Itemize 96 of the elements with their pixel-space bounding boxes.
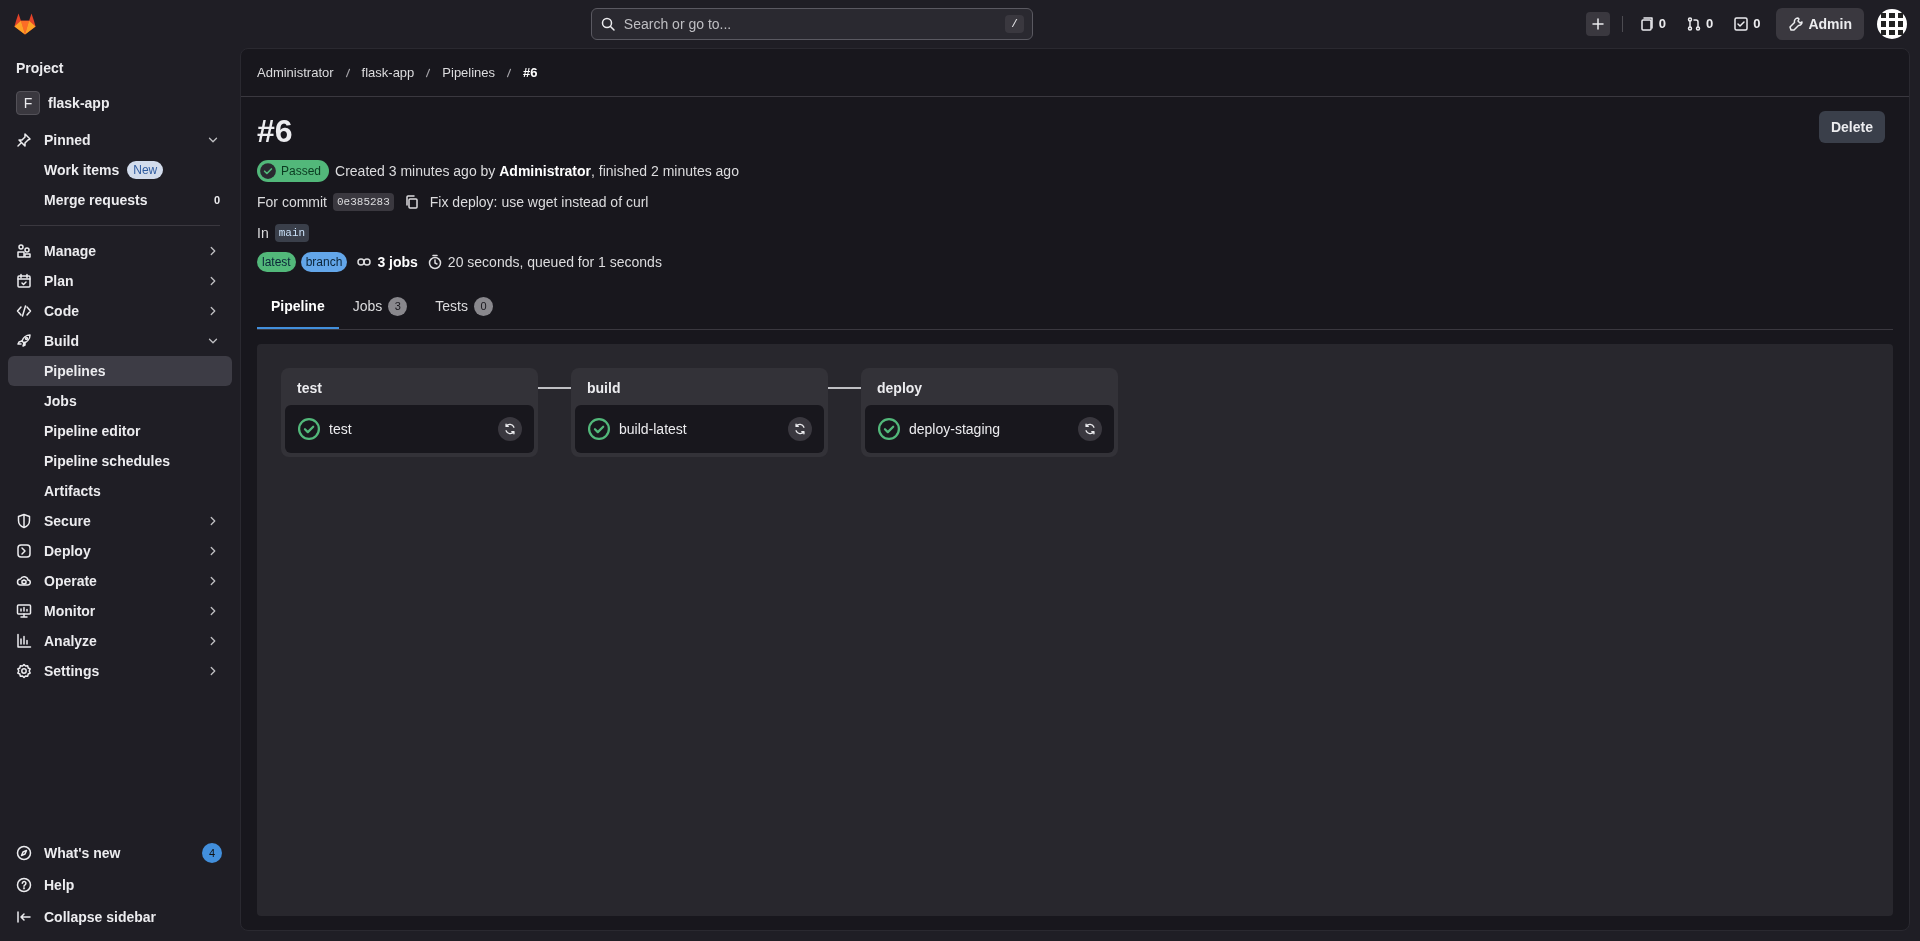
branch-name[interactable]: main bbox=[274, 223, 310, 243]
settings-icon bbox=[16, 663, 32, 679]
deploy-icon bbox=[16, 543, 32, 559]
breadcrumb-link[interactable]: #6 bbox=[523, 62, 538, 83]
search-field[interactable]: Search or go to... / bbox=[590, 8, 1033, 40]
avatar-icon bbox=[1876, 8, 1908, 40]
code-icon bbox=[16, 303, 32, 319]
delete-button[interactable]: Delete bbox=[1818, 111, 1885, 143]
nav-item[interactable]: Work items New bbox=[8, 155, 232, 185]
tag-badge: branch bbox=[300, 252, 348, 272]
nav-section[interactable]: Code bbox=[8, 296, 232, 326]
refresh-icon bbox=[793, 422, 807, 436]
merge-icon bbox=[1685, 16, 1702, 32]
refresh-icon bbox=[1083, 422, 1097, 436]
count-label: 0 bbox=[213, 192, 220, 208]
tab[interactable]: Tests 0 bbox=[421, 285, 507, 329]
monitor-icon bbox=[16, 603, 32, 619]
retry-button[interactable] bbox=[788, 417, 812, 441]
job-name: test bbox=[329, 419, 353, 439]
chart-icon bbox=[16, 633, 32, 649]
count-badge: 3 bbox=[388, 296, 408, 316]
nav-item[interactable]: Merge requests 0 bbox=[8, 185, 232, 215]
footer-link[interactable]: Help bbox=[8, 869, 232, 901]
job-name: deploy-staging bbox=[909, 419, 1002, 439]
project-item[interactable]: F flask-app bbox=[8, 87, 232, 119]
retry-button[interactable] bbox=[498, 417, 522, 441]
rocket-icon bbox=[16, 333, 32, 349]
nav-section[interactable]: Secure bbox=[8, 506, 232, 536]
job-name: build-latest bbox=[619, 419, 688, 439]
count-badge: 4 bbox=[202, 843, 222, 863]
footer-link[interactable]: Collapse sidebar bbox=[8, 901, 232, 933]
nav-section[interactable]: Plan bbox=[8, 266, 232, 296]
commit-message-link[interactable]: Fix deploy: use wget instead of curl bbox=[429, 191, 649, 213]
tag-badge: latest bbox=[257, 252, 296, 272]
counter-button[interactable]: 0 bbox=[1634, 14, 1670, 34]
search-icon bbox=[599, 16, 616, 32]
breadcrumb-link[interactable]: Administrator bbox=[257, 62, 334, 83]
sidebar-heading: Project bbox=[15, 59, 65, 78]
pin-icon bbox=[16, 132, 32, 148]
page-title: #6 bbox=[257, 112, 293, 151]
job-item[interactable]: build-latest bbox=[575, 405, 824, 453]
stage-title: test bbox=[296, 379, 323, 398]
shield-icon bbox=[16, 513, 32, 529]
stage-title: deploy bbox=[876, 379, 924, 398]
breadcrumb-link[interactable]: flask-app bbox=[361, 62, 415, 83]
check-icon bbox=[259, 162, 277, 180]
nav-item[interactable]: Pipeline schedules bbox=[8, 446, 232, 476]
nav-item[interactable]: Artifacts bbox=[8, 476, 232, 506]
users-icon bbox=[16, 243, 32, 259]
retry-button[interactable] bbox=[1078, 417, 1102, 441]
timer-icon bbox=[426, 254, 443, 270]
new-badge: New bbox=[127, 161, 164, 179]
shortcut-key: / bbox=[1005, 14, 1024, 34]
stage-title: build bbox=[586, 379, 622, 398]
status-badge: Passed bbox=[257, 160, 330, 182]
nav-section[interactable]: Deploy bbox=[8, 536, 232, 566]
help-icon bbox=[16, 877, 32, 893]
count-badge: 0 bbox=[473, 296, 493, 316]
project-name: flask-app bbox=[48, 93, 110, 113]
nav-section[interactable]: Settings bbox=[8, 656, 232, 686]
refresh-icon bbox=[503, 422, 517, 436]
todo-icon bbox=[1733, 16, 1750, 32]
nav-section[interactable]: Manage bbox=[8, 236, 232, 266]
nav-item[interactable]: Pipelines bbox=[8, 356, 232, 386]
cloud-icon bbox=[16, 573, 32, 589]
duration-text: 20 seconds, queued for 1 seconds bbox=[447, 252, 662, 272]
ref-label: In bbox=[257, 223, 269, 243]
issues-icon bbox=[1638, 16, 1655, 32]
job-item[interactable]: test bbox=[285, 405, 534, 453]
collapse-icon bbox=[16, 909, 32, 925]
counter-button[interactable]: 0 bbox=[1729, 14, 1765, 34]
calendar-icon bbox=[16, 273, 32, 289]
nav-section[interactable]: Pinned bbox=[8, 125, 232, 155]
copy-icon bbox=[403, 194, 420, 210]
commit-label: For commit bbox=[257, 192, 327, 212]
jobs-count: 3 jobs bbox=[377, 252, 418, 272]
nav-section[interactable]: Monitor bbox=[8, 596, 232, 626]
tab[interactable]: Pipeline bbox=[257, 285, 339, 329]
nav-section[interactable]: Analyze bbox=[8, 626, 232, 656]
pipeline-summary: Created 3 minutes ago by Administrator, finished 2 minutes ago bbox=[335, 161, 739, 181]
breadcrumb-link[interactable]: Pipelines bbox=[442, 62, 496, 83]
nav-section[interactable]: Build bbox=[8, 326, 232, 356]
job-item[interactable]: deploy-staging bbox=[865, 405, 1114, 453]
logo-icon bbox=[12, 11, 38, 37]
nav-section[interactable]: Operate bbox=[8, 566, 232, 596]
plus-icon bbox=[1585, 12, 1610, 36]
nav-item[interactable]: Pipeline editor bbox=[8, 416, 232, 446]
counter-button[interactable]: 0 bbox=[1681, 14, 1718, 34]
nav-item[interactable]: Jobs bbox=[8, 386, 232, 416]
footer-link[interactable]: What's new 4 bbox=[8, 837, 232, 869]
admin-button[interactable]: Admin bbox=[1776, 8, 1864, 40]
tab[interactable]: Jobs 3 bbox=[338, 285, 422, 329]
wrench-icon bbox=[1788, 16, 1805, 32]
compass-icon bbox=[16, 845, 32, 861]
project-avatar: F bbox=[16, 91, 40, 115]
commit-sha[interactable]: 0e385283 bbox=[333, 192, 394, 212]
